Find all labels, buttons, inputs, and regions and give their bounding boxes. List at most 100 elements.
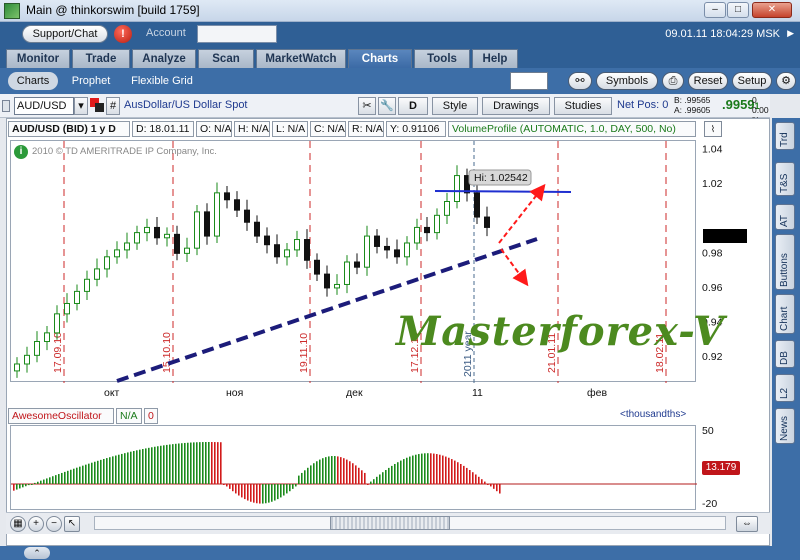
oscillator-bar [61,472,63,484]
tab-help[interactable]: Help [472,49,518,68]
header-open: O: N/A [196,121,232,137]
candle-body [104,256,110,270]
oscillator-bar [352,463,354,484]
oscillator-bar [136,450,138,484]
oscillator-bar [397,462,399,484]
oscillator-bar [334,456,336,484]
oscillator-bar [268,484,270,503]
scrollbar-thumb[interactable] [330,516,450,530]
symbol-dropdown-icon[interactable]: ▾ [74,97,88,115]
print-icon[interactable]: ⎙ [662,72,684,90]
symbols-button[interactable]: Symbols [596,72,658,90]
candle-body [204,211,210,237]
tab-analyze[interactable]: Analyze [132,49,196,68]
candle-body [134,232,140,244]
support-chat-button[interactable]: Support/Chat [22,25,108,43]
tab-trade[interactable]: Trade [72,49,130,68]
price-tick-label: 0.96 [702,282,723,294]
info-icon[interactable]: i [14,145,28,159]
zoom-out-icon[interactable]: − [46,516,62,532]
main-tabs: Monitor Trade Analyze Scan MarketWatch C… [0,46,800,68]
hash-icon[interactable]: # [106,97,120,115]
candle-body [364,235,370,268]
chart-settings-icon[interactable]: ⌇ [704,121,722,137]
account-field[interactable] [197,25,277,43]
side-tab-at[interactable]: AT [775,204,795,230]
expand-up-icon[interactable]: ⌃ [24,547,50,559]
collapse-handle[interactable] [2,100,10,112]
oscillator-bar [205,442,207,484]
datetime-menu-icon[interactable]: ▶ [787,28,794,39]
candle-body [124,242,130,251]
side-tab-trd[interactable]: Trd [775,122,795,150]
wrench-icon[interactable]: 🔧 [378,97,396,115]
oscillator-bar [388,467,390,484]
oscillator-bar [238,484,240,496]
crosshair-icon[interactable]: ✂ [358,97,376,115]
candle-body [374,235,380,247]
tab-scan[interactable]: Scan [198,49,254,68]
header-volume-profile[interactable]: VolumeProfile (AUTOMATIC, 1.0, DAY, 500,… [448,121,696,137]
tab-tools[interactable]: Tools [414,49,470,68]
oscillator-bar [442,455,444,484]
alert-icon[interactable]: ! [114,25,132,43]
gear-icon[interactable]: ⚙ [776,72,796,90]
drawings-button[interactable]: Drawings [482,97,550,115]
side-tab-buttons-label: Buttons [779,253,790,287]
side-tab-db-label: DB [779,351,790,365]
oscillator-bar [211,442,213,484]
oscillator-axis-top: 50 [702,425,714,437]
oscillator-bar [109,457,111,484]
tab-monitor[interactable]: Monitor [6,49,70,68]
subtab-flexible-grid[interactable]: Flexible Grid [124,72,200,90]
header-date: D: 18.01.11 [132,121,194,137]
side-tab-l2[interactable]: L2 [775,374,795,402]
style-button[interactable]: Style [432,97,478,115]
candle-body [114,249,120,258]
candle-body [424,226,430,234]
tab-charts[interactable]: Charts [348,49,412,68]
minimize-button[interactable]: – [704,2,726,18]
link-icon[interactable]: ⚯ [568,72,592,90]
oscillator-plot[interactable] [10,425,697,510]
aggregation-button[interactable]: D [398,97,428,115]
grid-toggle-icon[interactable]: ▦ [10,516,26,532]
watermark-text: Masterforex-V [396,308,725,355]
oscillator-bar [79,466,81,484]
tab-marketwatch[interactable]: MarketWatch [256,49,346,68]
setup-button[interactable]: Setup [732,72,772,90]
change-value: 0 [752,95,757,105]
studies-label: Studies [564,100,602,112]
oscillator-name[interactable]: AwesomeOscillator [8,408,114,424]
oscillator-bar [322,458,324,484]
cursor-icon[interactable]: ↖ [64,516,80,532]
side-tab-chart[interactable]: Chart [775,294,795,334]
expand-icon[interactable]: ⇔ [736,516,758,532]
reset-button[interactable]: Reset [688,72,728,90]
oscillator-bar [163,445,165,484]
maximize-button[interactable]: □ [727,2,749,18]
side-tab-buttons[interactable]: Buttons [775,234,795,290]
oscillator-bar [370,481,372,484]
color-link-icon[interactable] [90,98,104,112]
title-bar: Main @ thinkorswim [build 1759] – □ ✕ [0,0,800,22]
oscillator-bar [466,467,468,484]
subtab-charts[interactable]: Charts [8,72,58,90]
time-tick-label: дек [346,387,363,399]
window-title: Main @ thinkorswim [build 1759] [26,3,200,17]
grid-size-box[interactable] [510,72,548,90]
studies-button[interactable]: Studies [554,97,612,115]
zoom-in-icon[interactable]: + [28,516,44,532]
account-label: Account [146,27,186,39]
subtab-prophet[interactable]: Prophet [66,72,116,90]
style-label: Style [442,100,468,112]
oscillator-bar [157,446,159,484]
side-tab-db[interactable]: DB [775,340,795,368]
oscillator-bar [436,454,438,484]
oscillator-bar [274,484,276,501]
symbol-input[interactable]: AUD/USD [14,97,74,115]
close-button[interactable]: ✕ [752,2,792,18]
side-tab-ts-label: T&S [779,173,790,193]
side-tab-news[interactable]: News [775,408,795,444]
side-tab-ts[interactable]: T&S [775,162,795,196]
